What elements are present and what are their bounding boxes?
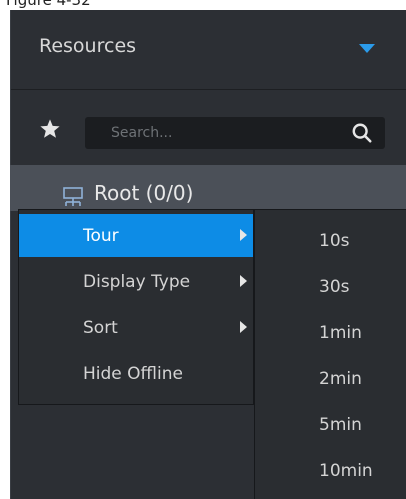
chevron-right-icon xyxy=(240,275,247,287)
caption-strip: Figure 4-32 xyxy=(0,0,406,10)
submenu-item-label: 10min xyxy=(319,461,373,481)
menu-item-sort[interactable]: Sort xyxy=(19,306,253,349)
submenu-item-30s[interactable]: 30s xyxy=(255,264,405,310)
context-menu: Tour Display Type Sort Hide Offline xyxy=(18,209,254,405)
tree-root-label: Root (0/0) xyxy=(94,181,194,205)
search-input[interactable] xyxy=(85,117,335,149)
device-tree-icon xyxy=(63,187,83,206)
panel-header: Resources xyxy=(11,10,406,88)
menu-item-label: Hide Offline xyxy=(83,364,183,384)
search-icon[interactable] xyxy=(351,122,373,144)
menu-item-hide-offline[interactable]: Hide Offline xyxy=(19,352,253,395)
chevron-right-icon xyxy=(240,229,247,241)
submenu-item-label: 5min xyxy=(319,415,362,435)
search-row xyxy=(11,90,406,170)
menu-item-label: Sort xyxy=(83,318,118,338)
submenu-item-label: 2min xyxy=(319,369,362,389)
submenu-item-5min[interactable]: 5min xyxy=(255,402,405,448)
menu-item-label: Display Type xyxy=(83,272,191,292)
tree-row-root[interactable]: Root (0/0) xyxy=(10,165,406,211)
tour-submenu: 10s 30s 1min 2min 5min 10min xyxy=(254,209,406,499)
menu-item-label: Tour xyxy=(83,226,119,246)
panel-title: Resources xyxy=(39,35,137,57)
submenu-item-1min[interactable]: 1min xyxy=(255,310,405,356)
submenu-item-10s[interactable]: 10s xyxy=(255,218,405,264)
caret-down-icon[interactable] xyxy=(359,44,375,53)
star-icon[interactable] xyxy=(39,118,61,140)
submenu-item-label: 10s xyxy=(319,231,350,251)
menu-item-display-type[interactable]: Display Type xyxy=(19,260,253,303)
submenu-item-10min[interactable]: 10min xyxy=(255,448,405,494)
submenu-item-label: 30s xyxy=(319,277,350,297)
search-box xyxy=(85,117,385,149)
menu-item-tour[interactable]: Tour xyxy=(19,214,253,257)
submenu-item-2min[interactable]: 2min xyxy=(255,356,405,402)
figure-caption: Figure 4-32 xyxy=(6,0,91,9)
submenu-item-label: 1min xyxy=(319,323,362,343)
chevron-right-icon xyxy=(240,321,247,333)
